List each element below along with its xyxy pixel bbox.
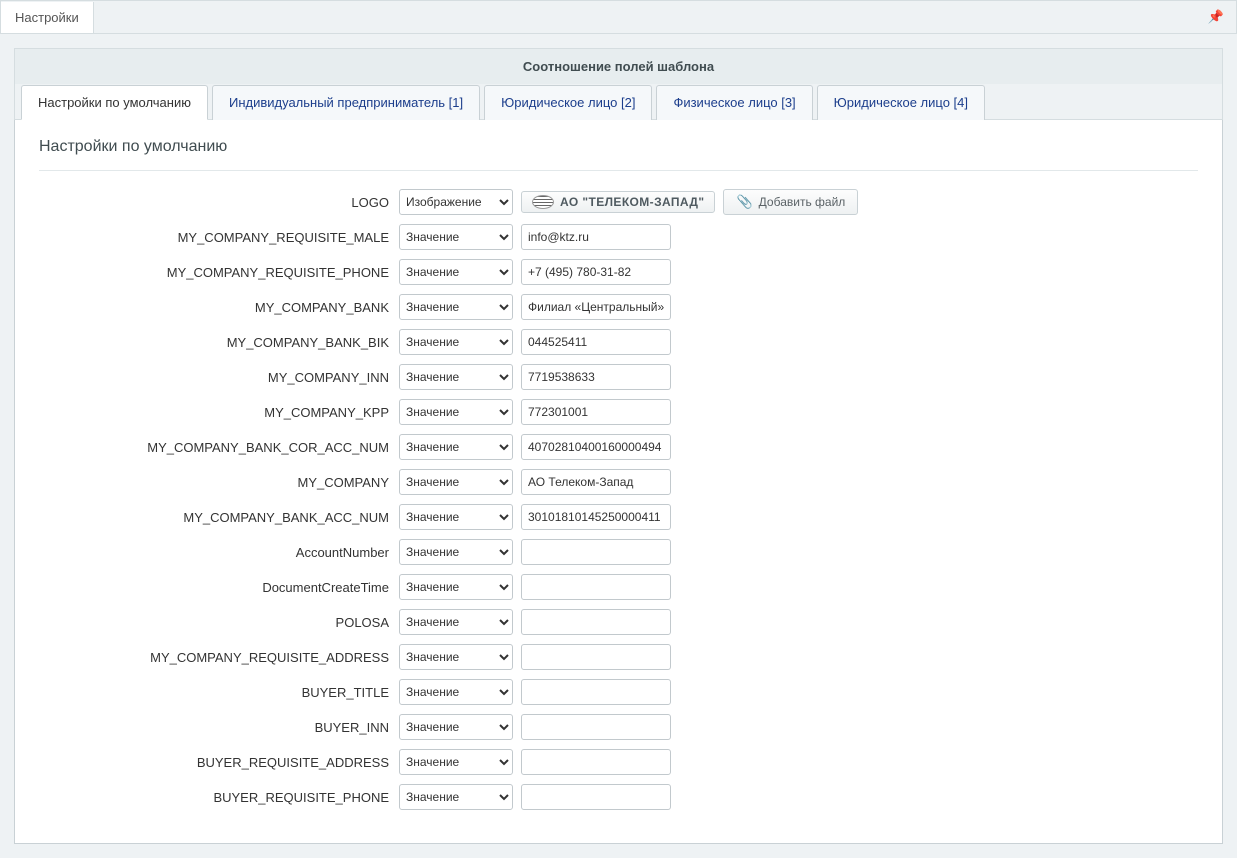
field-select[interactable]: Значение	[399, 259, 513, 285]
field-input[interactable]	[521, 364, 671, 390]
form-row: POLOSAЗначение	[39, 609, 1198, 635]
field-input[interactable]	[521, 714, 671, 740]
form-row: MY_COMPANY_REQUISITE_ADDRESSЗначение	[39, 644, 1198, 670]
field-input[interactable]	[521, 504, 671, 530]
form-row: BUYER_REQUISITE_PHONEЗначение	[39, 784, 1198, 810]
field-select[interactable]: Значение	[399, 504, 513, 530]
field-label: BUYER_REQUISITE_PHONE	[39, 790, 399, 805]
field-select[interactable]: Значение	[399, 574, 513, 600]
tab-0[interactable]: Настройки по умолчанию	[21, 85, 208, 120]
tab-3[interactable]: Физическое лицо [3]	[656, 85, 812, 120]
field-label: BUYER_REQUISITE_ADDRESS	[39, 755, 399, 770]
field-select[interactable]: Значение	[399, 714, 513, 740]
tab-1[interactable]: Индивидуальный предприниматель [1]	[212, 85, 480, 120]
field-label: MY_COMPANY_BANK_COR_ACC_NUM	[39, 440, 399, 455]
field-label: MY_COMPANY_KPP	[39, 405, 399, 420]
form-row: BUYER_TITLEЗначение	[39, 679, 1198, 705]
tab-content: Настройки по умолчанию LOGO Изображение …	[14, 120, 1223, 844]
field-label: MY_COMPANY	[39, 475, 399, 490]
form-row: MY_COMPANY_REQUISITE_PHONEЗначение	[39, 259, 1198, 285]
field-input[interactable]	[521, 259, 671, 285]
field-select[interactable]: Значение	[399, 539, 513, 565]
form-row: MY_COMPANYЗначение	[39, 469, 1198, 495]
field-select[interactable]: Значение	[399, 784, 513, 810]
section-title: Соотношение полей шаблона	[14, 48, 1223, 84]
field-select[interactable]: Значение	[399, 329, 513, 355]
field-label: MY_COMPANY_BANK	[39, 300, 399, 315]
logo-text: АО "ТЕЛЕКОМ-ЗАПАД"	[560, 195, 704, 209]
form-row: MY_COMPANY_KPPЗначение	[39, 399, 1198, 425]
field-input[interactable]	[521, 469, 671, 495]
main-area: Соотношение полей шаблона Настройки по у…	[0, 34, 1237, 858]
form-row: MY_COMPANY_BANK_COR_ACC_NUMЗначение	[39, 434, 1198, 460]
form-row-logo: LOGO Изображение АО "ТЕЛЕКОМ-ЗАПАД" 📎 До…	[39, 189, 1198, 215]
field-select[interactable]: Значение	[399, 469, 513, 495]
field-label: BUYER_TITLE	[39, 685, 399, 700]
field-select[interactable]: Значение	[399, 364, 513, 390]
field-label: MY_COMPANY_REQUISITE_MALE	[39, 230, 399, 245]
field-input[interactable]	[521, 644, 671, 670]
field-input[interactable]	[521, 784, 671, 810]
field-input[interactable]	[521, 224, 671, 250]
tab-4[interactable]: Юридическое лицо [4]	[817, 85, 985, 120]
form-row: MY_COMPANY_REQUISITE_MALEЗначение	[39, 224, 1198, 250]
field-label: MY_COMPANY_BANK_ACC_NUM	[39, 510, 399, 525]
add-file-button[interactable]: 📎 Добавить файл	[723, 189, 858, 215]
form-row: MY_COMPANY_BANKЗначение	[39, 294, 1198, 320]
form-row: MY_COMPANY_BANK_BIKЗначение	[39, 329, 1198, 355]
field-label: DocumentCreateTime	[39, 580, 399, 595]
form-table: LOGO Изображение АО "ТЕЛЕКОМ-ЗАПАД" 📎 До…	[39, 189, 1198, 810]
field-input[interactable]	[521, 399, 671, 425]
field-select[interactable]: Значение	[399, 609, 513, 635]
field-input[interactable]	[521, 574, 671, 600]
field-label: AccountNumber	[39, 545, 399, 560]
field-input[interactable]	[521, 679, 671, 705]
field-label: MY_COMPANY_INN	[39, 370, 399, 385]
field-select-logo[interactable]: Изображение	[399, 189, 513, 215]
paperclip-icon: 📎	[736, 194, 752, 210]
field-input[interactable]	[521, 329, 671, 355]
page-header: Настройки 📌	[0, 0, 1237, 34]
form-row: DocumentCreateTimeЗначение	[39, 574, 1198, 600]
logo-swirl-icon	[532, 195, 554, 209]
field-label: MY_COMPANY_REQUISITE_PHONE	[39, 265, 399, 280]
field-input[interactable]	[521, 749, 671, 775]
field-input[interactable]	[521, 539, 671, 565]
field-input[interactable]	[521, 434, 671, 460]
field-label: POLOSA	[39, 615, 399, 630]
field-select[interactable]: Значение	[399, 749, 513, 775]
tabs-row: Настройки по умолчаниюИндивидуальный пре…	[14, 84, 1223, 120]
field-label: MY_COMPANY_BANK_BIK	[39, 335, 399, 350]
field-select[interactable]: Значение	[399, 434, 513, 460]
field-select[interactable]: Значение	[399, 294, 513, 320]
add-file-label: Добавить файл	[759, 195, 846, 209]
logo-preview: АО "ТЕЛЕКОМ-ЗАПАД" 📎 Добавить файл	[521, 189, 858, 215]
field-label: BUYER_INN	[39, 720, 399, 735]
field-input[interactable]	[521, 609, 671, 635]
header-tab-settings[interactable]: Настройки	[1, 2, 94, 33]
field-input[interactable]	[521, 294, 671, 320]
form-row: MY_COMPANY_BANK_ACC_NUMЗначение	[39, 504, 1198, 530]
tab-2[interactable]: Юридическое лицо [2]	[484, 85, 652, 120]
logo-badge: АО "ТЕЛЕКОМ-ЗАПАД"	[521, 191, 715, 213]
pin-icon[interactable]: 📌	[1196, 1, 1236, 33]
form-row: AccountNumberЗначение	[39, 539, 1198, 565]
field-label: LOGO	[39, 195, 399, 210]
field-select[interactable]: Значение	[399, 399, 513, 425]
form-row: MY_COMPANY_INNЗначение	[39, 364, 1198, 390]
field-select[interactable]: Значение	[399, 679, 513, 705]
field-select[interactable]: Значение	[399, 644, 513, 670]
form-row: BUYER_INNЗначение	[39, 714, 1198, 740]
content-heading: Настройки по умолчанию	[39, 138, 1198, 171]
form-row: BUYER_REQUISITE_ADDRESSЗначение	[39, 749, 1198, 775]
field-select[interactable]: Значение	[399, 224, 513, 250]
field-label: MY_COMPANY_REQUISITE_ADDRESS	[39, 650, 399, 665]
